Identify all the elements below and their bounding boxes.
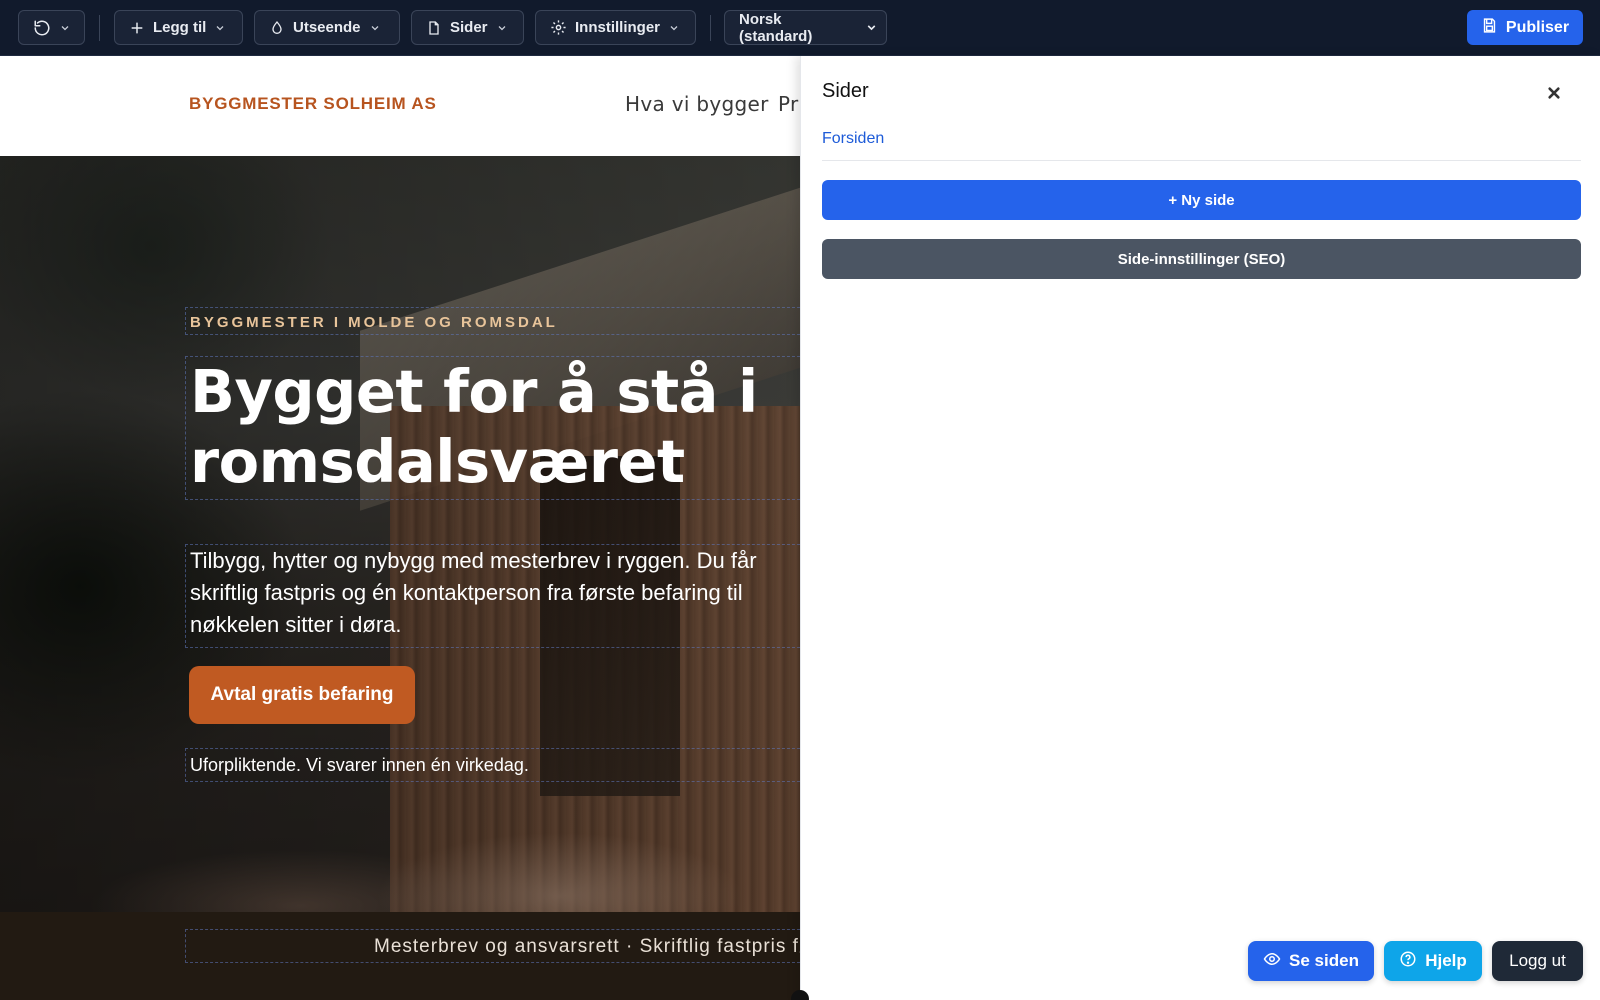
chevron-down-icon — [865, 21, 878, 34]
chevron-down-icon — [369, 22, 381, 34]
settings-button[interactable]: Innstillinger — [535, 10, 696, 45]
chevron-down-icon — [496, 22, 508, 34]
hero-lead-line: Tilbygg, hytter og nybygg med mesterbrev… — [190, 548, 757, 573]
gear-icon — [550, 19, 567, 36]
publish-button-label: Publiser — [1505, 18, 1570, 36]
hero-title-line: Bygget for å stå i — [190, 357, 758, 426]
appearance-button-label: Utseende — [293, 19, 361, 36]
publish-button[interactable]: Publiser — [1467, 10, 1583, 45]
droplet-icon — [269, 20, 285, 36]
close-icon[interactable] — [1541, 80, 1567, 106]
pages-button-label: Sider — [450, 19, 488, 36]
view-site-button[interactable]: Se siden — [1248, 941, 1374, 981]
hero-section: BYGGMESTER I MOLDE OG ROMSDAL Bygget for… — [0, 156, 800, 912]
site-header: BYGGMESTER SOLHEIM AS Hva vi bygger Pr — [0, 56, 800, 156]
trust-bar: Mesterbrev og ansvarsrett · Skriftlig fa… — [0, 912, 805, 1000]
hero-title[interactable]: Bygget for å stå i romsdalsværet — [185, 356, 800, 500]
trust-bar-text[interactable]: Mesterbrev og ansvarsrett · Skriftlig fa… — [185, 929, 805, 963]
nav-link-truncated[interactable]: Pr — [778, 92, 799, 116]
editor-toolbar: Legg til Utseende Sider Innstillinger No… — [0, 0, 1600, 56]
hero-lead-line: nøkkelen sitter i døra. — [190, 612, 402, 637]
hero-lead-text[interactable]: Tilbygg, hytter og nybygg med mesterbrev… — [185, 544, 800, 648]
toolbar-divider — [710, 15, 711, 41]
chevron-down-icon — [214, 22, 226, 34]
language-select-value: Norsk (standard) — [739, 10, 813, 45]
file-icon — [426, 20, 442, 36]
logout-button[interactable]: Logg ut — [1492, 941, 1583, 981]
hero-note[interactable]: Uforpliktende. Vi svarer innen én virked… — [185, 748, 800, 782]
help-button[interactable]: Hjelp — [1384, 941, 1482, 981]
history-button[interactable] — [18, 10, 85, 45]
seo-settings-button[interactable]: Side-innstillinger (SEO) — [822, 239, 1581, 279]
divider — [822, 160, 1581, 161]
hero-title-line: romsdalsværet — [190, 427, 685, 496]
nav-link-what-we-build[interactable]: Hva vi bygger — [625, 92, 769, 116]
new-page-button[interactable]: + Ny side — [822, 180, 1581, 220]
help-label: Hjelp — [1425, 951, 1467, 970]
pages-panel: Sider Forsiden + Ny side Side-innstillin… — [800, 56, 1600, 1000]
panel-title: Sider — [822, 80, 869, 102]
site-brand[interactable]: BYGGMESTER SOLHEIM AS — [189, 94, 437, 114]
hero-lead-line: skriftlig fastpris og én kontaktperson f… — [190, 580, 743, 605]
plus-icon — [129, 20, 145, 36]
add-button[interactable]: Legg til — [114, 10, 243, 45]
eye-icon — [1263, 950, 1281, 973]
save-icon — [1481, 17, 1498, 39]
book-inspection-button[interactable]: Avtal gratis befaring — [189, 666, 415, 724]
chevron-down-icon — [668, 22, 680, 34]
toolbar-divider — [99, 15, 100, 41]
undo-icon — [33, 19, 51, 37]
pages-button[interactable]: Sider — [411, 10, 524, 45]
appearance-button[interactable]: Utseende — [254, 10, 400, 45]
hero-eyebrow[interactable]: BYGGMESTER I MOLDE OG ROMSDAL — [185, 307, 800, 335]
settings-button-label: Innstillinger — [575, 19, 661, 36]
view-site-label: Se siden — [1289, 951, 1359, 970]
language-select[interactable]: Norsk (standard) — [724, 10, 887, 45]
help-circle-icon — [1399, 950, 1417, 973]
page-list-item[interactable]: Forsiden — [822, 130, 884, 148]
chevron-down-icon — [59, 22, 71, 34]
add-button-label: Legg til — [153, 19, 207, 36]
hero-overlay — [0, 156, 800, 912]
